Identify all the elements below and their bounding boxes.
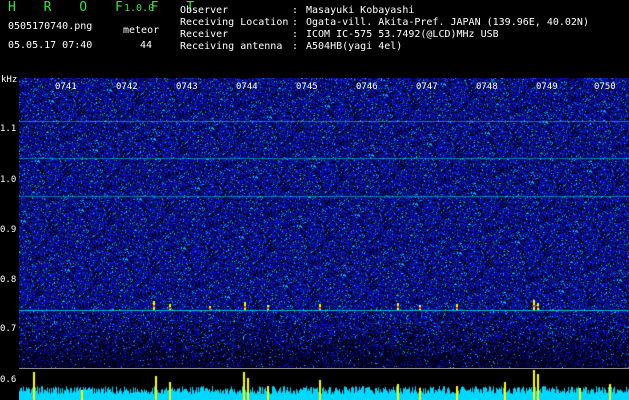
x-tick-label: 0749 — [536, 82, 558, 92]
x-tick-label: 0745 — [296, 82, 318, 92]
info-value-observer: Masayuki Kobayashi — [306, 5, 415, 16]
meteor-label: meteor — [123, 25, 160, 36]
x-tick-label: 0747 — [416, 82, 438, 92]
info-label-location: Receiving Location — [180, 17, 289, 28]
y-tick-label: 1.0 — [0, 175, 17, 185]
info-value-location: Ogata-vill. Akita-Pref. JAPAN (139.96E, … — [306, 17, 589, 28]
capture-datetime: 05.05.17 07:40 — [8, 40, 93, 51]
info-label-antenna: Receiving antenna — [180, 41, 283, 52]
x-tick-label: 0744 — [236, 82, 258, 92]
info-sep: : — [292, 29, 299, 40]
capture-filename: 0505170740.png — [8, 21, 93, 32]
x-tick-label: 0750 — [594, 82, 616, 92]
app-title: H R O F F T — [8, 0, 205, 15]
y-tick-label: 0.9 — [0, 225, 17, 235]
x-tick-label: 0743 — [176, 82, 198, 92]
info-value-antenna: A504HB(yagi 4el) — [306, 41, 403, 52]
info-label-receiver: Receiver — [180, 29, 229, 40]
app-version: 1.0.0 — [124, 3, 155, 14]
info-sep: : — [292, 5, 299, 16]
x-tick-label: 0742 — [116, 82, 138, 92]
header-panel: H R O F F T 1.0.0 0505170740.png meteor … — [0, 0, 629, 78]
signal-strength-strip — [19, 368, 629, 400]
spectrogram — [19, 78, 629, 368]
meteor-count: 44 — [140, 40, 153, 51]
info-label-observer: Observer — [180, 5, 229, 16]
info-sep: : — [292, 41, 299, 52]
info-value-receiver: ICOM IC-575 53.7492(@LCD)MHz USB — [306, 29, 499, 40]
info-sep: : — [292, 17, 299, 28]
strip-divider — [19, 368, 629, 369]
y-tick-label: 0.7 — [0, 324, 17, 334]
x-tick-label: 0748 — [476, 82, 498, 92]
x-tick-label: 0746 — [356, 82, 378, 92]
y-tick-label: 1.1 — [0, 124, 17, 134]
y-axis-unit: kHz — [1, 75, 18, 85]
y-tick-label: 0.6 — [0, 375, 17, 385]
y-tick-label: 0.8 — [0, 275, 17, 285]
x-tick-label: 0741 — [55, 82, 77, 92]
